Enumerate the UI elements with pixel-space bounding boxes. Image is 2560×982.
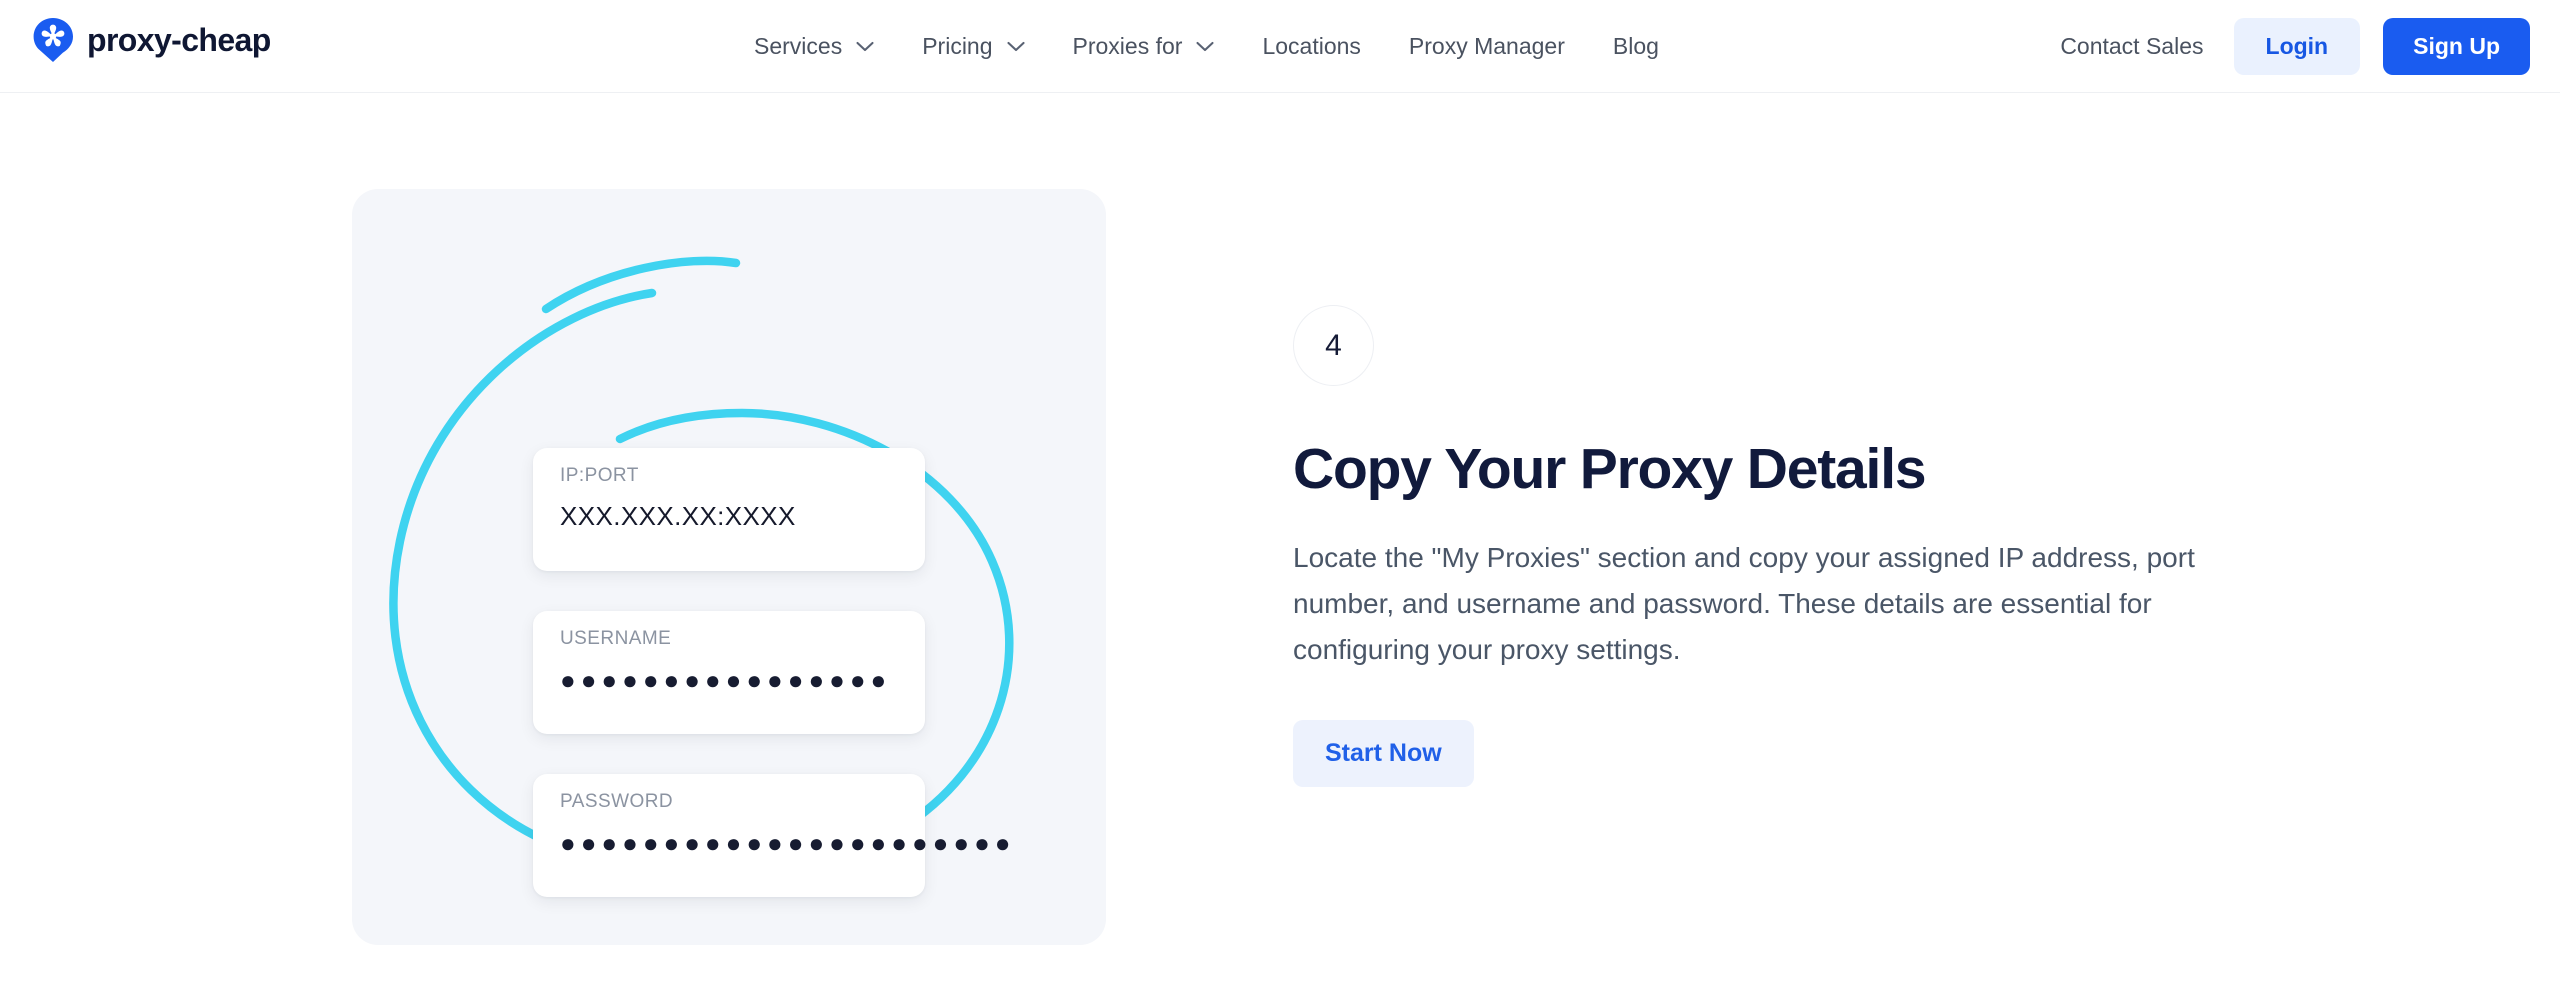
nav-item-proxies-for[interactable]: Proxies for <box>1049 0 1239 93</box>
main-content: IP:PORT XXX.XXX.XX:XXXX USERNAME ●●●●●●●… <box>0 93 2560 982</box>
step-content: 4 Copy Your Proxy Details Locate the "My… <box>1293 305 2293 788</box>
site-header: proxy-cheap Services Pricing Proxies for… <box>0 0 2560 103</box>
brand-logo[interactable]: proxy-cheap <box>33 18 271 62</box>
nav-item-pricing[interactable]: Pricing <box>898 0 1048 93</box>
password-card[interactable]: PASSWORD ●●●●●●●●●●●●●●●●●●●●●● <box>533 774 1016 897</box>
step-description: Locate the "My Proxies" section and copy… <box>1293 542 2195 666</box>
username-label: USERNAME <box>560 628 672 649</box>
nav-label-services: Services <box>754 33 843 59</box>
proxy-credential-cards: IP:PORT XXX.XXX.XX:XXXX USERNAME ●●●●●●●… <box>533 448 1016 897</box>
password-label: PASSWORD <box>560 791 674 812</box>
nav-item-locations[interactable]: Locations <box>1238 0 1384 93</box>
password-value-masked: ●●●●●●●●●●●●●●●●●●●●●● <box>560 828 1016 858</box>
nav-label-locations: Locations <box>1262 33 1361 59</box>
nav-label-proxy-manager: Proxy Manager <box>1408 33 1565 59</box>
nav-label-blog: Blog <box>1612 33 1659 59</box>
contact-sales-link[interactable]: Contact Sales <box>2030 33 2233 60</box>
proxy-details-illustration-panel: IP:PORT XXX.XXX.XX:XXXX USERNAME ●●●●●●●… <box>352 189 1106 945</box>
nav-item-services[interactable]: Services <box>730 0 898 93</box>
nav-label-proxies-for: Proxies for <box>1072 33 1183 59</box>
signup-button[interactable]: Sign Up <box>2383 18 2530 75</box>
nav-item-blog[interactable]: Blog <box>1589 0 1683 93</box>
ip-port-card[interactable]: IP:PORT XXX.XXX.XX:XXXX <box>533 448 925 571</box>
proxy-cheap-pin-logo-icon <box>33 18 73 62</box>
ip-port-value: XXX.XXX.XX:XXXX <box>560 501 796 531</box>
nav-item-proxy-manager[interactable]: Proxy Manager <box>1385 0 1589 93</box>
brand-name: proxy-cheap <box>87 22 271 58</box>
chevron-down-icon <box>1196 41 1215 52</box>
start-now-button[interactable]: Start Now <box>1293 720 1474 788</box>
page-title: Copy Your Proxy Details <box>1293 437 1927 501</box>
ip-port-label: IP:PORT <box>560 465 639 486</box>
nav-label-pricing: Pricing <box>922 33 993 59</box>
chevron-down-icon <box>856 41 874 52</box>
username-card[interactable]: USERNAME ●●●●●●●●●●●●●●●● <box>533 611 925 734</box>
chevron-down-icon <box>1006 41 1025 52</box>
login-button[interactable]: Login <box>2233 18 2361 75</box>
main-navigation: Services Pricing Proxies for Locations P… <box>730 0 1683 93</box>
header-actions: Contact Sales Login Sign Up <box>2030 0 2530 93</box>
username-value-masked: ●●●●●●●●●●●●●●●● <box>560 665 892 695</box>
step-number-badge: 4 <box>1293 305 1374 386</box>
